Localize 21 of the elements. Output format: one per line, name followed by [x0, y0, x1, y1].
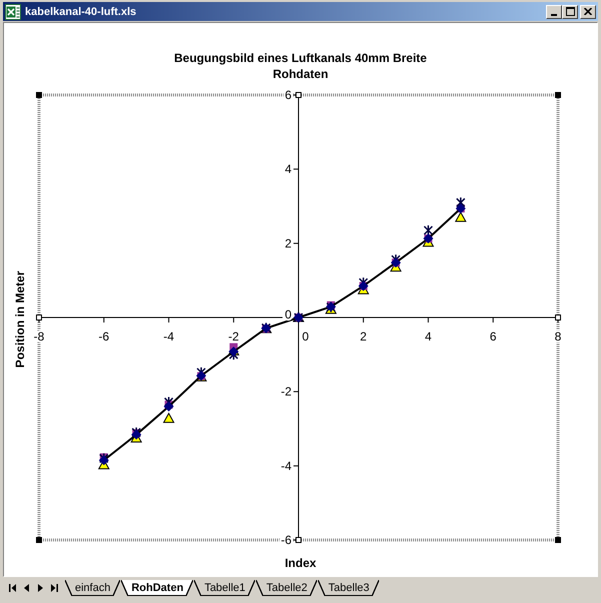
x-tick-label: -4: [163, 330, 174, 344]
x-tick-label: 2: [360, 330, 367, 344]
y-tick-label: 0: [284, 308, 292, 322]
chart-subtitle: Rohdaten: [272, 66, 328, 82]
y-axis-title: Position in Meter: [12, 270, 28, 368]
y-tick-label: 4: [284, 162, 292, 176]
x-axis-title: Index: [284, 555, 316, 571]
x-tick-label: -8: [34, 330, 44, 344]
x-tick-label: 6: [490, 330, 496, 344]
y-tick-label: -4: [280, 458, 292, 473]
x-tick-label: 0: [302, 330, 309, 344]
y-tick-label: 6: [284, 88, 292, 102]
window-title: kabelkanal-40-luft.xls: [25, 6, 138, 18]
y-tick-label: -6: [280, 533, 292, 547]
y-tick-label: -2: [280, 384, 292, 399]
x-tick-label: 4: [424, 330, 432, 344]
x-tick-label: -2: [228, 330, 239, 344]
chart-title: Beugungsbild eines Luftkanals 40mm Breite: [174, 50, 427, 66]
x-tick-label: 8: [554, 330, 562, 344]
x-tick-label: -6: [98, 330, 110, 344]
y-tick-label: 2: [284, 236, 292, 250]
